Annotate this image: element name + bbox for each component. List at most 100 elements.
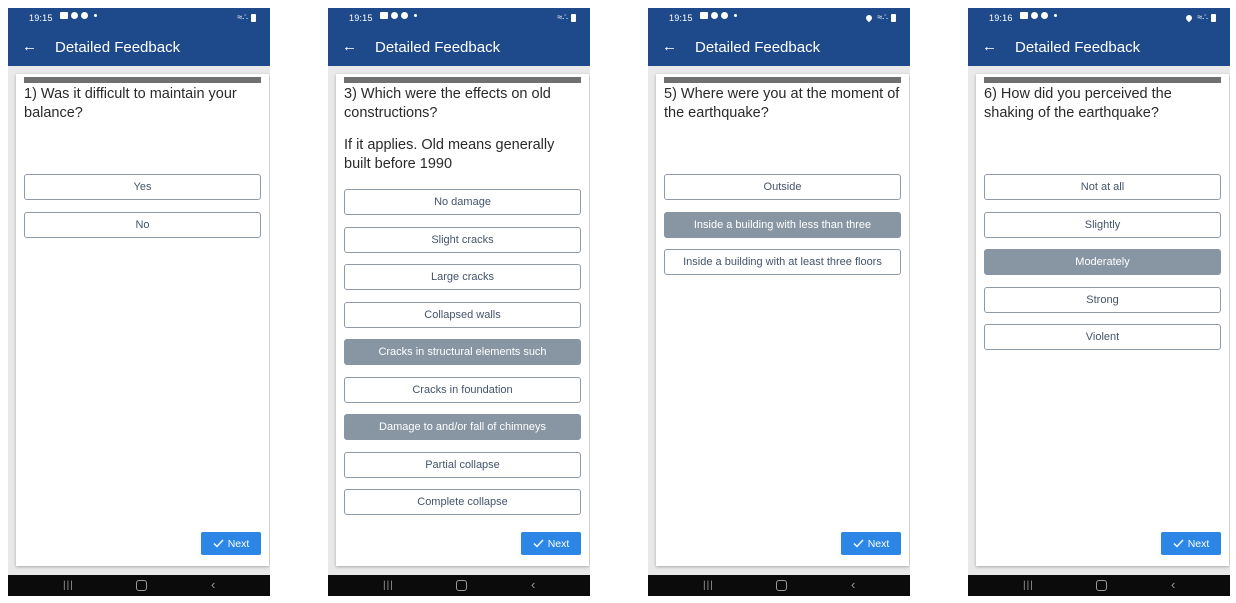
answer-option[interactable]: Strong xyxy=(984,286,1221,313)
answer-option[interactable]: Complete collapse xyxy=(344,489,581,515)
answer-option[interactable]: Collapsed walls xyxy=(344,301,581,328)
question-text: 5) Where were you at the moment of the e… xyxy=(664,86,900,121)
chevron-left-icon[interactable]: ‹ xyxy=(531,578,535,591)
system-nav-bar: ||| ‹ xyxy=(968,575,1230,596)
next-button[interactable]: Next xyxy=(201,532,261,555)
gallery-icon xyxy=(1020,12,1028,19)
system-nav-bar: ||| ‹ xyxy=(8,575,270,596)
answer-option[interactable]: Slightly xyxy=(984,211,1221,238)
wifi-signal-icon: ≈∴ xyxy=(1197,12,1208,22)
question-text: 1) Was it difficult to maintain your bal… xyxy=(24,86,237,121)
battery-icon xyxy=(251,13,256,22)
chevron-left-icon[interactable]: ‹ xyxy=(851,578,855,591)
app-notification-icon xyxy=(401,12,408,19)
next-button[interactable]: Next xyxy=(1161,532,1221,555)
next-label: Next xyxy=(1187,537,1210,550)
chevron-left-icon[interactable]: ‹ xyxy=(211,578,215,591)
notification-icons xyxy=(700,12,737,19)
answer-option[interactable]: Inside a building with less than three xyxy=(664,211,901,238)
battery-icon xyxy=(891,13,896,22)
next-label: Next xyxy=(867,537,890,550)
more-notifications-icon xyxy=(1054,14,1057,17)
page-title: Detailed Feedback xyxy=(1015,39,1141,56)
arrow-left-icon[interactable]: ← xyxy=(342,39,357,55)
question-card: 5) Where were you at the moment of the e… xyxy=(656,74,909,566)
next-label: Next xyxy=(547,537,570,550)
app-notification-icon xyxy=(711,12,718,19)
phone-screen-4: 19:16 ≈∴ ← Detailed Feedback 6) How did you … xyxy=(968,8,1230,596)
system-icons: ≈∴ xyxy=(865,12,896,23)
status-time: 19:15 xyxy=(669,13,693,23)
app-notification-icon xyxy=(721,12,728,19)
answer-option[interactable]: Slight cracks xyxy=(344,226,581,253)
page-title: Detailed Feedback xyxy=(375,39,501,56)
arrow-left-icon[interactable]: ← xyxy=(982,39,997,55)
answer-option[interactable]: Outside xyxy=(664,174,901,200)
answer-option[interactable]: Cracks in foundation xyxy=(344,376,581,403)
answer-option[interactable]: Inside a building with at least three fl… xyxy=(664,249,901,275)
chevron-left-icon[interactable]: ‹ xyxy=(1171,578,1175,591)
answer-option[interactable]: Not at all xyxy=(984,174,1221,200)
app-bar: ← Detailed Feedback xyxy=(328,30,590,66)
answer-option[interactable]: Violent xyxy=(984,324,1221,350)
check-icon xyxy=(213,539,224,548)
status-time: 19:15 xyxy=(29,13,53,23)
system-nav-bar: ||| ‹ xyxy=(328,575,590,596)
card-divider xyxy=(664,77,901,83)
question-card: 3) Which were the effects on old constru… xyxy=(336,74,589,566)
phone-screen-2: 19:15 ≈∴ ← Detailed Feedback 3) Which were t… xyxy=(328,8,590,596)
status-time: 19:15 xyxy=(349,13,373,23)
recent-apps-icon[interactable]: ||| xyxy=(1023,580,1034,591)
app-notification-icon xyxy=(391,12,398,19)
home-icon[interactable] xyxy=(456,580,467,591)
answer-option[interactable]: Yes xyxy=(24,174,261,200)
system-icons: ≈∴ xyxy=(1185,12,1216,23)
battery-icon xyxy=(1211,13,1216,22)
system-icons: ≈∴ xyxy=(557,12,576,23)
location-icon xyxy=(865,13,874,22)
app-notification-icon xyxy=(81,12,88,19)
card-divider xyxy=(24,77,261,83)
arrow-left-icon[interactable]: ← xyxy=(662,39,677,55)
answer-option[interactable]: Cracks in structural elements such xyxy=(344,339,581,365)
battery-icon xyxy=(571,13,576,22)
phone-screen-1: 19:15 ≈∴ ← Detailed Feedback 1) Was it diffi… xyxy=(8,8,270,596)
next-label: Next xyxy=(227,537,250,550)
app-notification-icon xyxy=(1041,12,1048,19)
system-nav-bar: ||| ‹ xyxy=(648,575,910,596)
recent-apps-icon[interactable]: ||| xyxy=(703,580,714,591)
app-notification-icon xyxy=(71,12,78,19)
notification-icons xyxy=(60,12,97,19)
next-button[interactable]: Next xyxy=(521,532,581,555)
system-icons: ≈∴ xyxy=(237,12,256,23)
more-notifications-icon xyxy=(414,14,417,17)
question-text: 6) How did you perceived the shaking of … xyxy=(984,86,1172,121)
answer-option[interactable]: Moderately xyxy=(984,249,1221,275)
recent-apps-icon[interactable]: ||| xyxy=(383,580,394,591)
answer-option[interactable]: Partial collapse xyxy=(344,451,581,478)
answer-option[interactable]: No damage xyxy=(344,189,581,215)
app-bar: ← Detailed Feedback xyxy=(968,30,1230,66)
wifi-signal-icon: ≈∴ xyxy=(237,12,248,22)
gallery-icon xyxy=(60,12,68,19)
arrow-left-icon[interactable]: ← xyxy=(22,39,37,55)
next-button[interactable]: Next xyxy=(841,532,901,555)
question-card: 6) How did you perceived the shaking of … xyxy=(976,74,1229,566)
question-note: If it applies. Old means generally built… xyxy=(344,137,555,172)
answer-option[interactable]: No xyxy=(24,211,261,238)
home-icon[interactable] xyxy=(1096,580,1107,591)
home-icon[interactable] xyxy=(136,580,147,591)
answer-option[interactable]: Large cracks xyxy=(344,264,581,290)
answer-option[interactable]: Damage to and/or fall of chimneys xyxy=(344,414,581,440)
question-text: 3) Which were the effects on old constru… xyxy=(344,86,551,121)
home-icon[interactable] xyxy=(776,580,787,591)
question-card: 1) Was it difficult to maintain your bal… xyxy=(16,74,269,566)
gallery-icon xyxy=(380,12,388,19)
recent-apps-icon[interactable]: ||| xyxy=(63,580,74,591)
app-bar: ← Detailed Feedback xyxy=(8,30,270,66)
page-title: Detailed Feedback xyxy=(55,39,181,56)
page-title: Detailed Feedback xyxy=(695,39,821,56)
check-icon xyxy=(533,539,544,548)
notification-icons xyxy=(1020,12,1057,19)
more-notifications-icon xyxy=(734,14,737,17)
